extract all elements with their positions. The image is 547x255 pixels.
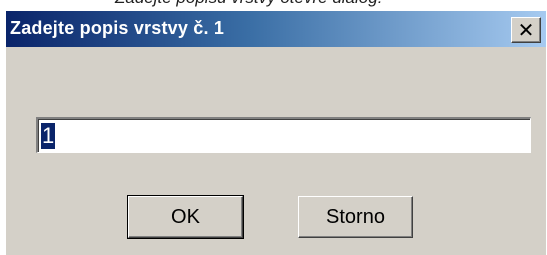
cancel-button[interactable]: Storno — [298, 196, 413, 238]
top-caption: Zadejte popisu vrstvy otevře dialog: — [0, 0, 547, 8]
close-button[interactable]: ✕ — [511, 17, 541, 43]
dialog-title: Zadejte popis vrstvy č. 1 — [10, 18, 225, 38]
layer-description-input[interactable]: 1 — [36, 117, 531, 153]
ok-button[interactable]: OK — [127, 195, 244, 239]
close-icon: ✕ — [517, 18, 535, 42]
title-bar[interactable]: Zadejte popis vrstvy č. 1 ✕ — [6, 11, 546, 47]
input-value: 1 — [41, 122, 56, 149]
dialog-window: Zadejte popis vrstvy č. 1 ✕ 1 OK Storno — [5, 10, 546, 255]
